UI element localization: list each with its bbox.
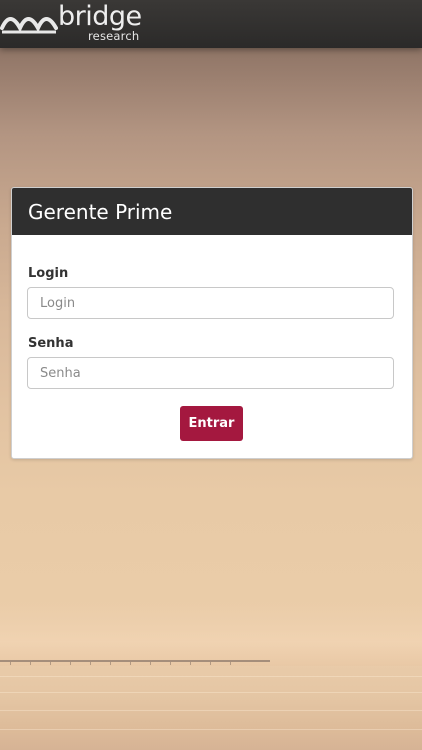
water-streak (0, 676, 422, 677)
card-header: Gerente Prime (12, 188, 412, 235)
login-input[interactable] (27, 287, 394, 319)
entrar-button[interactable]: Entrar (180, 406, 243, 441)
bridge-arches-icon (0, 17, 58, 34)
water-streak (0, 692, 422, 693)
card-title: Gerente Prime (28, 200, 173, 224)
brand-subtitle: research (88, 29, 140, 43)
distant-bridge (0, 660, 270, 665)
login-label: Login (28, 266, 69, 281)
senha-input[interactable] (27, 357, 394, 389)
top-bar: bridge research (0, 0, 422, 48)
water (0, 666, 422, 750)
brand-word: bridge (58, 1, 142, 32)
water-streak (0, 729, 422, 730)
brand-logo[interactable]: bridge research (0, 0, 170, 48)
login-card: Gerente Prime Login Senha Entrar (11, 187, 413, 459)
water-streak (0, 710, 422, 711)
senha-label: Senha (28, 336, 74, 351)
